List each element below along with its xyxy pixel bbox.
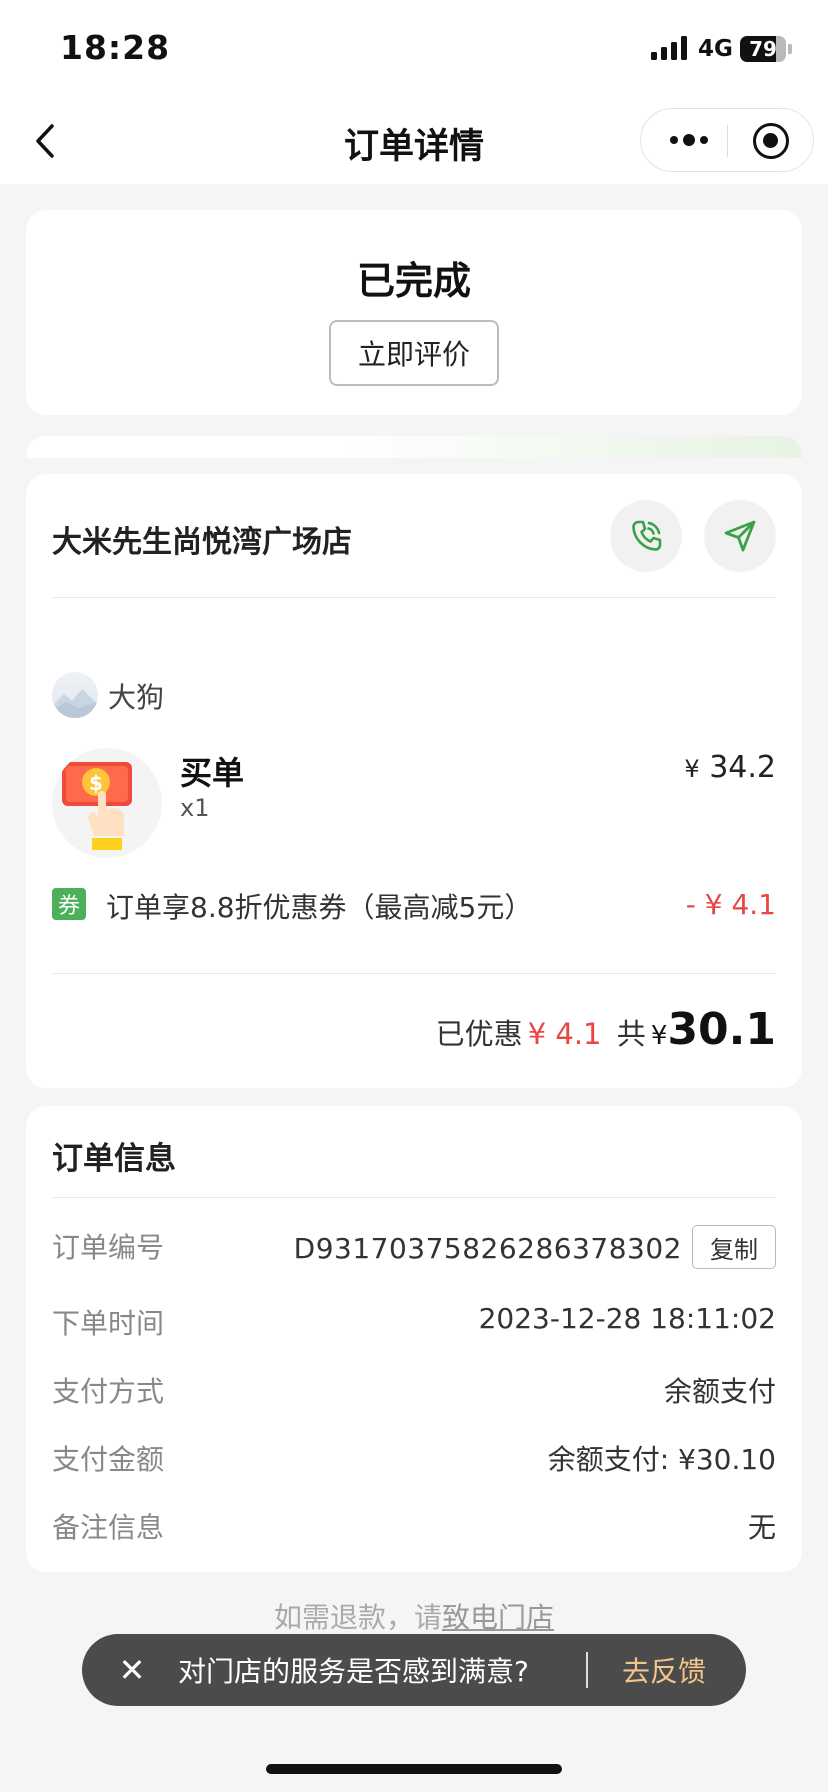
call-store-button[interactable] — [610, 500, 682, 572]
more-dots-icon[interactable] — [659, 117, 719, 163]
refund-note-text: 如需退款，请 — [273, 1601, 442, 1634]
store-name: 大米先生尚悦湾广场店 — [52, 525, 352, 560]
divider — [52, 597, 776, 598]
avatar — [52, 672, 98, 718]
product-image: $ — [52, 748, 162, 858]
network-type: 4G — [698, 36, 733, 62]
order-summary: 已优惠 ¥ 4.1 共 ¥30.1 — [300, 1004, 776, 1055]
target-circle-icon[interactable] — [753, 123, 789, 159]
divider — [52, 1197, 776, 1198]
battery-icon: 79 — [740, 36, 792, 62]
order-number-label: 订单编号 — [52, 1231, 165, 1264]
section-title: 订单信息 — [52, 1141, 176, 1177]
price-value: 34.2 — [709, 750, 776, 785]
discount-label: 已优惠 — [435, 1017, 523, 1051]
navigate-store-button[interactable] — [704, 500, 776, 572]
total-amount: 30.1 — [667, 1004, 776, 1055]
order-time: 2023-12-28 18:11:02 — [478, 1302, 776, 1335]
price-symbol: ¥ — [684, 755, 700, 783]
status-time: 18:28 — [60, 28, 171, 67]
payment-hand-icon: $ — [62, 762, 132, 850]
miniprogram-capsule — [640, 108, 814, 172]
coupon-description: 订单享8.8折优惠券（最高减5元） — [106, 891, 533, 924]
capsule-divider — [727, 125, 728, 157]
remarks: 无 — [747, 1511, 776, 1544]
coupon-amount: - ¥ 4.1 — [685, 888, 776, 921]
call-store-link[interactable]: 致电门店 — [442, 1601, 554, 1634]
phone-icon — [632, 520, 662, 551]
divider — [52, 973, 776, 974]
close-icon[interactable]: ✕ — [112, 1650, 152, 1690]
total-label: 共 — [616, 1017, 646, 1051]
signal-icon — [651, 36, 687, 60]
discount-amount: ¥ 4.1 — [527, 1017, 602, 1051]
payment-amount: 余额支付: ¥30.10 — [547, 1443, 776, 1476]
product-quantity: x1 — [180, 794, 210, 822]
product-name: 买单 — [180, 754, 245, 792]
feedback-button[interactable]: 去反馈 — [622, 1650, 706, 1690]
feedback-divider — [586, 1652, 588, 1688]
payment-method: 余额支付 — [663, 1375, 776, 1408]
battery-level: 79 — [749, 37, 777, 61]
refund-note: 如需退款，请致电门店 — [0, 1596, 828, 1636]
home-indicator — [266, 1764, 562, 1774]
feedback-question: 对门店的服务是否感到满意? — [178, 1655, 529, 1688]
mountain-placeholder-icon — [52, 689, 98, 718]
coupon-badge: 券 — [52, 888, 86, 920]
copy-button[interactable]: 复制 — [692, 1225, 776, 1269]
product-price: ¥ 34.2 — [600, 750, 776, 785]
review-button[interactable]: 立即评价 — [329, 320, 499, 386]
total-symbol: ¥ — [650, 1021, 668, 1051]
navigation-arrow-icon — [724, 520, 756, 552]
order-number: D93170375826286378302 — [293, 1232, 682, 1265]
order-status: 已完成 — [356, 259, 471, 303]
user-name: 大狗 — [108, 681, 165, 714]
decorative-strip — [26, 436, 802, 458]
